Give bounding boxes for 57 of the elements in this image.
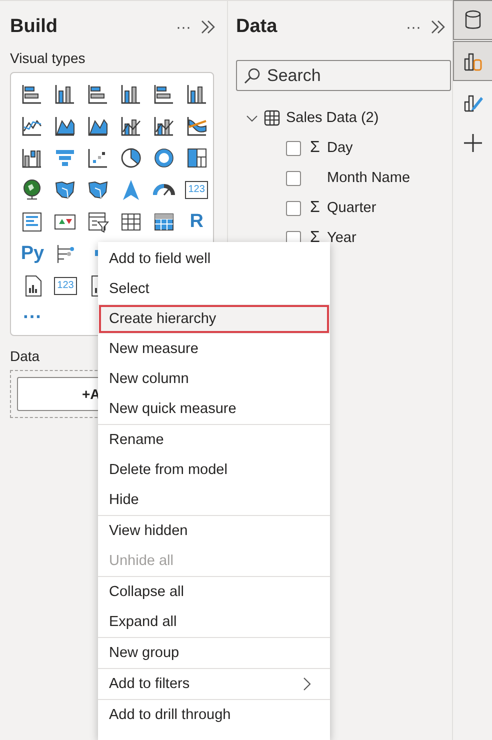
menu-item[interactable]: Add to filters: [98, 669, 330, 699]
checkbox[interactable]: [286, 140, 301, 156]
chevron-right-icon: [302, 677, 312, 691]
collapse-icon[interactable]: [429, 18, 447, 36]
menu-item[interactable]: Delete from model: [98, 455, 330, 485]
bar-chart-icon[interactable]: [152, 82, 176, 106]
slicer-icon[interactable]: [86, 210, 110, 234]
table-name[interactable]: Sales Data (2): [286, 110, 379, 126]
search-field[interactable]: Search: [236, 60, 451, 91]
field-name[interactable]: Year: [327, 230, 356, 246]
multi-row-card-icon[interactable]: [20, 210, 44, 234]
menu-item[interactable]: Hide: [98, 485, 330, 515]
field-name[interactable]: Day: [327, 140, 353, 156]
visual-button[interactable]: ···: [23, 307, 42, 329]
menu-item[interactable]: New column: [98, 364, 330, 394]
section-label: Visual types: [10, 50, 86, 66]
search-icon: [243, 67, 261, 85]
menu-item[interactable]: Rename: [98, 425, 330, 455]
line-chart-icon[interactable]: [20, 114, 44, 138]
combo-chart-icon[interactable]: [152, 114, 176, 138]
more-options-button[interactable]: ···: [404, 18, 423, 36]
more-options-button[interactable]: ···: [174, 18, 193, 36]
combo-chart-icon[interactable]: [118, 114, 143, 138]
pie-chart-icon[interactable]: [118, 146, 143, 170]
menu-item[interactable]: View hidden: [98, 516, 330, 546]
database-button[interactable]: [453, 0, 492, 40]
sigma-icon: Σ: [303, 199, 327, 217]
visual-button[interactable]: R: [190, 211, 204, 233]
section-label: Data: [10, 348, 40, 364]
menu-item[interactable]: Expand all: [98, 607, 330, 637]
menu-item[interactable]: Select: [98, 274, 330, 304]
sigma-icon: Σ: [303, 229, 327, 247]
checkbox[interactable]: [286, 170, 301, 186]
menu-item[interactable]: Add to drill through: [98, 700, 330, 730]
sigma-icon: Σ: [303, 139, 327, 157]
column-chart-icon[interactable]: [118, 82, 143, 106]
ribbon-chart-icon[interactable]: [184, 114, 209, 138]
visual-button[interactable]: Py: [20, 243, 44, 265]
field-name[interactable]: Month Name: [327, 170, 410, 186]
field-name[interactable]: Quarter: [327, 200, 376, 216]
pane-title: Data: [236, 16, 278, 38]
checkbox[interactable]: [286, 200, 301, 216]
add-icon: [462, 132, 484, 154]
menu-item[interactable]: Add to field well: [98, 244, 330, 274]
column-chart-icon[interactable]: [184, 82, 209, 106]
area-chart-icon[interactable]: [86, 114, 110, 138]
pane-title: Build: [10, 16, 58, 38]
menu-item[interactable]: New measure: [98, 334, 330, 364]
collapse-icon[interactable]: [199, 18, 217, 36]
area-chart-icon[interactable]: [53, 114, 78, 138]
menu-item[interactable]: New group: [98, 638, 330, 668]
table-icon: [264, 110, 280, 126]
chart-database-button[interactable]: [453, 41, 492, 81]
menu-item[interactable]: Collapse all: [98, 577, 330, 607]
menu-item[interactable]: New quick measure: [98, 394, 330, 424]
menu-item[interactable]: Create hierarchy: [98, 304, 330, 334]
donut-chart-icon[interactable]: [152, 146, 176, 170]
